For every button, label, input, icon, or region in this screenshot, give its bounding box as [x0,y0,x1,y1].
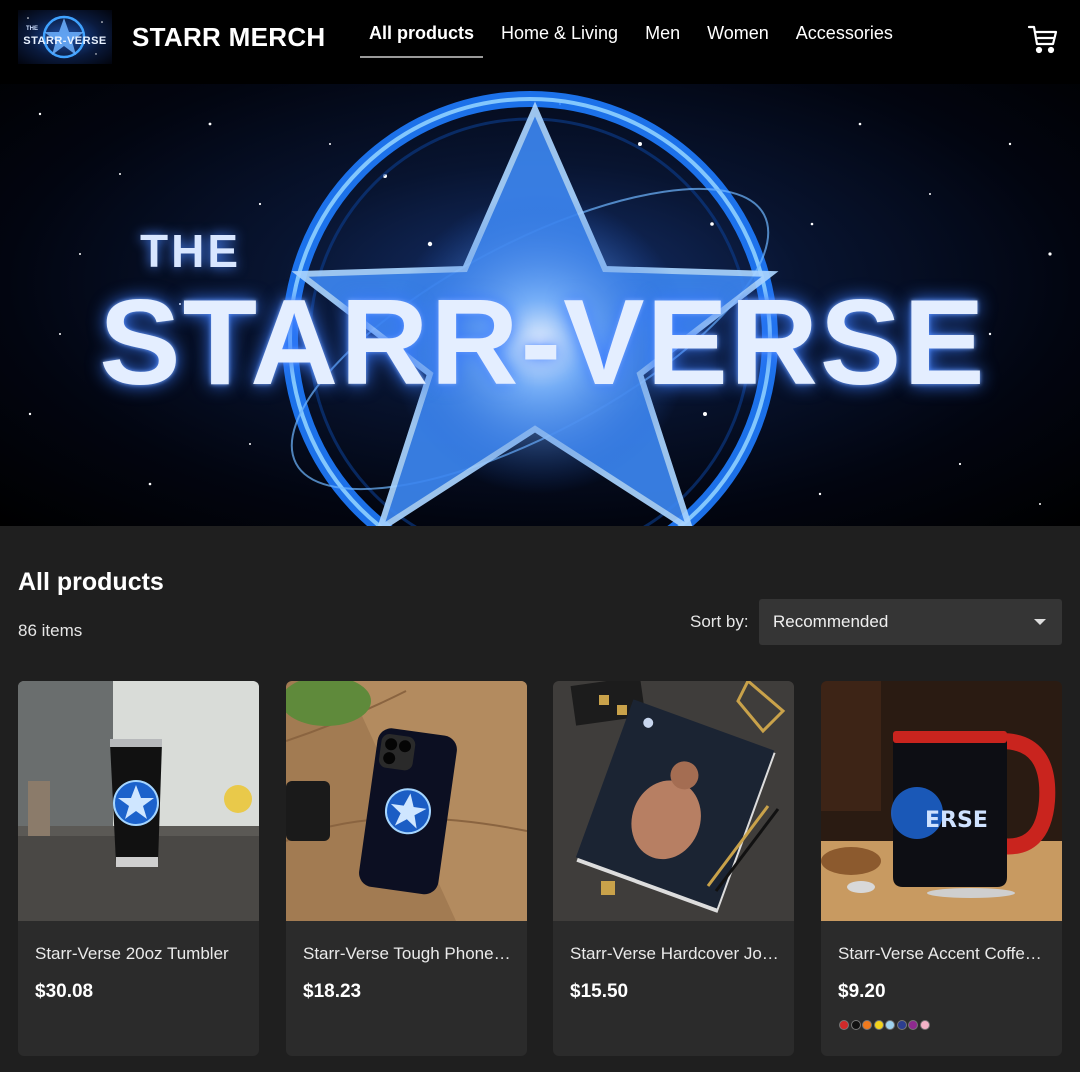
color-swatches [839,1020,931,1030]
product-image-coffee-mug[interactable]: ERSE [821,681,1062,921]
product-name[interactable]: Starr-Verse Hardcover Journal [570,944,782,964]
chevron-down-icon [1034,619,1046,625]
nav-home-living[interactable]: Home & Living [492,0,627,84]
logo-wordmark: STARR-VERSE [23,35,107,47]
nav-label: Men [645,22,681,43]
product-price: $18.23 [303,981,362,1002]
color-swatch[interactable] [839,1020,849,1030]
logo-the-text: THE [26,26,38,32]
hero-the-text: THE [140,225,241,277]
product-card[interactable]: Starr-Verse Hardcover Journal $15.50 [553,681,794,1056]
store-logo[interactable]: THE STARR-VERSE [18,10,112,64]
product-name[interactable]: Starr-Verse 20oz Tumbler [35,944,247,964]
nav-women[interactable]: Women [698,0,778,84]
product-price: $15.50 [570,981,629,1002]
product-name[interactable]: Starr-Verse Accent Coffee Mug [838,944,1050,964]
product-image-tumbler[interactable] [18,681,259,921]
color-swatch[interactable] [908,1020,918,1030]
color-swatch[interactable] [873,1020,884,1030]
site-header: THE STARR-VERSE STARR MERCH All products… [0,0,1080,84]
product-card[interactable]: Starr-Verse Tough Phone Case $18.23 [286,681,527,1056]
nav-label: Accessories [795,22,893,43]
nav-label: Women [707,22,769,43]
nav-all-products[interactable]: All products [360,0,484,84]
store-name[interactable]: STARR MERCH [132,22,325,53]
color-swatch[interactable] [862,1020,872,1030]
product-card[interactable]: Starr-Verse 20oz Tumbler $30.08 [18,681,259,1056]
nav-accessories[interactable]: Accessories [787,0,902,84]
nav-label: Home & Living [501,22,619,43]
sort-value: Recommended [773,612,889,631]
main-nav: All products Home & Living Men Women Acc… [360,0,911,84]
nav-men[interactable]: Men [636,0,689,84]
nav-label: All products [369,22,475,43]
product-card[interactable]: ERSE Starr-Verse Accent Coffee Mug $9.20 [821,681,1062,1056]
sort-label: Sort by: [690,612,749,631]
color-swatch[interactable] [885,1020,895,1030]
hero-title: STARR-VERSE [99,274,987,410]
product-image-journal[interactable] [553,681,794,921]
item-count: 86 items [18,621,83,640]
sort-dropdown[interactable]: Recommended [759,599,1062,645]
product-name[interactable]: Starr-Verse Tough Phone Case [303,944,515,964]
cart-icon[interactable] [1026,22,1060,56]
color-swatch[interactable] [919,1020,930,1030]
product-price: $9.20 [838,981,886,1002]
product-image-phone-case[interactable] [286,681,527,921]
product-price: $30.08 [35,981,94,1002]
color-swatch[interactable] [850,1020,861,1030]
page-title: All products [18,568,164,596]
hero-banner: THE STARR-VERSE [0,84,1080,526]
color-swatch[interactable] [896,1020,907,1030]
svg-text:ERSE: ERSE [925,808,988,833]
